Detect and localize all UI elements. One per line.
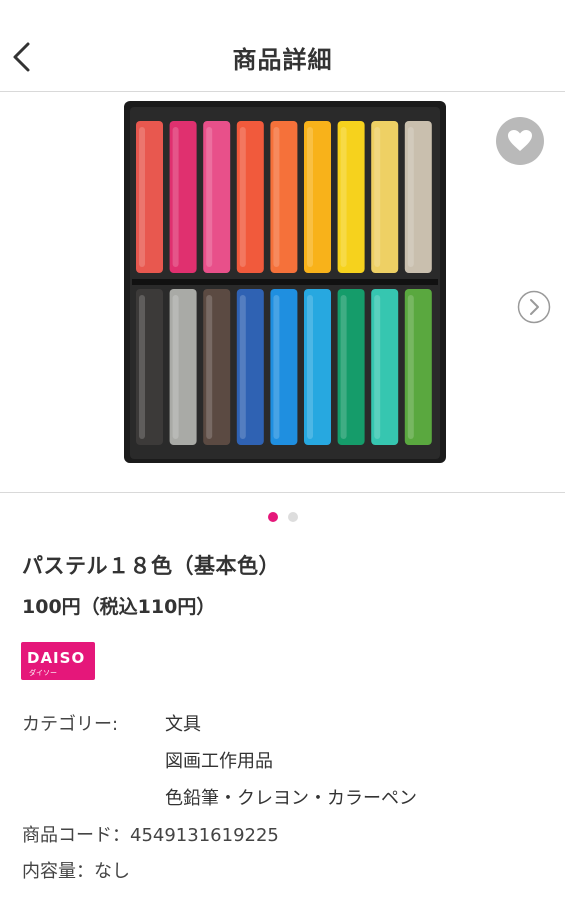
category-label: カテゴリー: xyxy=(22,714,119,735)
image-gallery[interactable] xyxy=(0,93,565,493)
pastel-highlight xyxy=(273,295,280,439)
carousel-dot-active[interactable] xyxy=(267,512,278,522)
product-code-value: 4549131619225 xyxy=(130,825,279,846)
pastel-highlight xyxy=(374,295,381,439)
pastel-highlight xyxy=(206,295,213,439)
category-value[interactable]: 文具 xyxy=(165,710,201,736)
brand-logo[interactable]: DAISO ダイソー xyxy=(21,642,95,680)
pastel-row-bottom xyxy=(136,289,432,445)
pastel-highlight xyxy=(340,295,347,439)
product-image xyxy=(124,101,446,463)
category-value[interactable]: 色鉛筆・クレヨン・カラーペン xyxy=(165,784,417,810)
heart-icon xyxy=(508,130,532,151)
pastel-highlight xyxy=(172,295,179,439)
pastel-highlight xyxy=(407,127,414,267)
pastel-highlight xyxy=(307,295,313,439)
content-amount-row: 内容量：なし xyxy=(22,857,130,883)
chevron-right-circle-icon xyxy=(517,290,551,324)
favorite-button[interactable] xyxy=(496,117,544,165)
category-value[interactable]: 図画工作用品 xyxy=(165,747,273,773)
brand-logo-text: DAISO xyxy=(27,649,86,667)
pastel-row-top xyxy=(136,121,432,273)
pastel-highlight xyxy=(340,127,347,267)
page-title: 商品詳細 xyxy=(232,46,333,74)
pastel-highlight xyxy=(139,127,145,267)
pastel-highlight xyxy=(307,127,313,267)
pastel-highlight xyxy=(239,127,246,267)
next-image-button[interactable] xyxy=(517,290,551,324)
product-code-row: 商品コード：4549131619225 xyxy=(22,821,279,847)
header: 商品詳細 xyxy=(0,0,565,92)
pastel-highlight xyxy=(273,127,280,267)
pastel-highlight xyxy=(206,127,213,267)
pastel-highlight xyxy=(239,295,246,439)
pastel-highlight xyxy=(407,295,414,439)
pastel-highlight xyxy=(374,127,381,267)
product-price: 100円（税込110円） xyxy=(22,596,216,618)
carousel-indicator xyxy=(0,507,565,522)
pastel-highlight xyxy=(172,127,179,267)
carousel-dot[interactable] xyxy=(287,512,298,522)
content-amount-label: 内容量： xyxy=(22,861,94,882)
product-code-label: 商品コード： xyxy=(22,825,130,846)
pastel-highlight xyxy=(139,295,145,439)
content-amount-value: なし xyxy=(94,861,130,882)
brand-logo-subtext: ダイソー xyxy=(29,669,57,677)
product-name: パステル１８色（基本色） xyxy=(22,554,280,578)
